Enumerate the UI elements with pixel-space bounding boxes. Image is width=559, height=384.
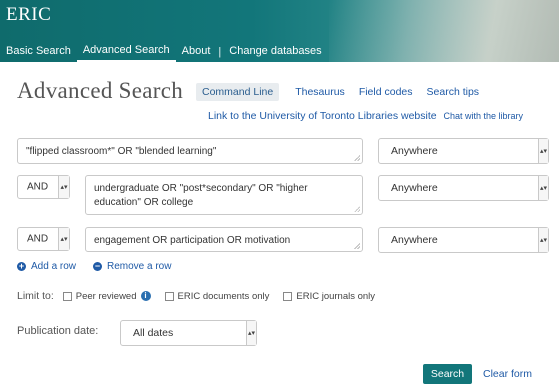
chevron-up-down-icon: ▴▾: [58, 228, 69, 250]
resize-handle-icon[interactable]: [354, 243, 360, 249]
publication-date-select[interactable]: All dates ▴▾: [120, 320, 257, 346]
library-website-link[interactable]: Link to the University of Toronto Librar…: [208, 110, 437, 122]
tab-thesaurus[interactable]: Thesaurus: [295, 86, 345, 98]
site-header: ERIC Basic Search Advanced Search About …: [0, 0, 559, 62]
search-tools-tabs: Command Line Thesaurus Field codes Searc…: [196, 83, 493, 101]
eric-journals-checkbox[interactable]: ERIC journals only: [283, 291, 375, 302]
chat-link[interactable]: Chat with the library: [444, 111, 524, 121]
eric-documents-checkbox[interactable]: ERIC documents only: [164, 290, 270, 302]
publication-date-label: Publication date:: [17, 325, 99, 337]
chevron-up-down-icon: ▴▾: [538, 228, 548, 252]
resize-handle-icon[interactable]: [354, 206, 360, 212]
operator-value: AND: [27, 181, 49, 193]
tab-search-tips[interactable]: Search tips: [427, 86, 480, 98]
remove-row-button[interactable]: − Remove a row: [93, 261, 171, 272]
search-field-select-2[interactable]: Anywhere ▴▾: [378, 175, 549, 201]
search-button[interactable]: Search: [423, 364, 472, 384]
main-nav: Basic Search Advanced Search About | Cha…: [0, 42, 328, 62]
search-term-input-2[interactable]: undergraduate OR "post*secondary" OR "hi…: [85, 175, 363, 215]
search-field-select-1[interactable]: Anywhere ▴▾: [378, 138, 549, 164]
operator-value: AND: [27, 233, 49, 245]
chevron-up-down-icon: ▴▾: [538, 139, 548, 163]
nav-change-databases[interactable]: Change databases: [223, 43, 327, 61]
search-term-input-1[interactable]: "flipped classroom*" OR "blended learnin…: [17, 138, 363, 164]
nav-advanced-search[interactable]: Advanced Search: [76, 42, 176, 62]
search-term-text: engagement OR participation OR motivatio…: [94, 235, 291, 246]
plus-circle-icon: +: [17, 261, 26, 271]
limit-to-section: Limit to: Peer reviewed i ERIC documents…: [17, 290, 375, 302]
chevron-up-down-icon: ▴▾: [58, 176, 69, 198]
search-term-text: "flipped classroom*" OR "blended learnin…: [26, 146, 217, 157]
search-term-text: undergraduate OR "post*secondary" OR "hi…: [94, 183, 308, 208]
remove-row-label: Remove a row: [107, 261, 172, 272]
chevron-up-down-icon: ▴▾: [246, 321, 256, 345]
resize-handle-icon[interactable]: [354, 155, 360, 161]
nav-separator: |: [218, 46, 222, 58]
nav-basic-search[interactable]: Basic Search: [0, 43, 77, 61]
search-field-select-3[interactable]: Anywhere ▴▾: [378, 227, 549, 253]
minus-circle-icon: −: [93, 261, 102, 271]
checkbox-box[interactable]: [62, 291, 72, 301]
select-value: Anywhere: [391, 182, 438, 194]
checkbox-label: ERIC documents only: [177, 290, 270, 302]
checkbox-label: Peer reviewed: [75, 290, 137, 302]
clear-form-link[interactable]: Clear form: [483, 368, 532, 380]
eric-logo[interactable]: ERIC: [6, 4, 51, 26]
checkbox-label: ERIC journals only: [296, 290, 376, 302]
add-row-label: Add a row: [31, 261, 77, 272]
add-row-button[interactable]: + Add a row: [17, 261, 76, 272]
checkbox-box[interactable]: [164, 291, 174, 301]
info-icon[interactable]: i: [140, 291, 151, 301]
select-value: Anywhere: [391, 145, 438, 157]
page-title: Advanced Search: [17, 78, 184, 103]
header-banner-image: [329, 0, 559, 62]
chevron-up-down-icon: ▴▾: [538, 176, 548, 200]
tab-field-codes[interactable]: Field codes: [359, 86, 413, 98]
peer-reviewed-checkbox[interactable]: Peer reviewed i: [62, 290, 151, 302]
checkbox-box[interactable]: [283, 291, 293, 301]
select-value: All dates: [133, 327, 174, 339]
limit-to-label: Limit to:: [17, 290, 54, 302]
select-value: Anywhere: [391, 234, 438, 246]
tab-command-line[interactable]: Command Line: [196, 83, 280, 101]
boolean-operator-select-3[interactable]: AND ▴▾: [17, 227, 70, 251]
boolean-operator-select-2[interactable]: AND ▴▾: [17, 175, 70, 199]
search-term-input-3[interactable]: engagement OR participation OR motivatio…: [85, 227, 363, 252]
library-links: Link to the University of Toronto Librar…: [208, 110, 523, 122]
nav-about[interactable]: About: [176, 43, 217, 61]
